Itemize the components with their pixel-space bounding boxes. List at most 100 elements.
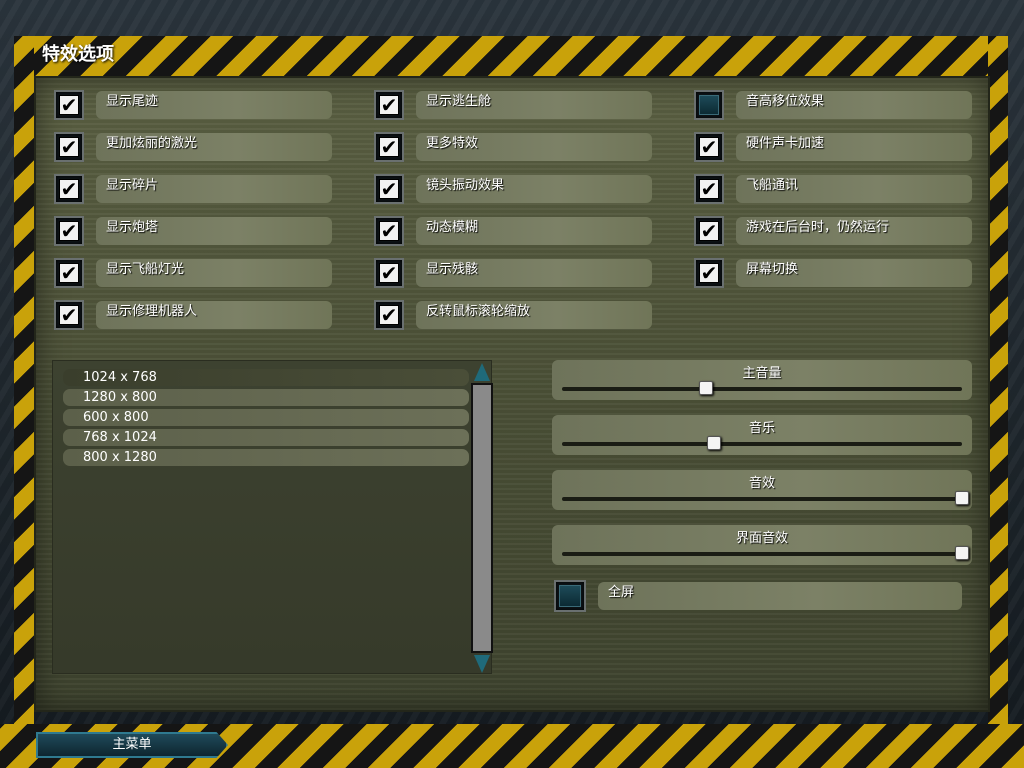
checkbox[interactable]: ✔ bbox=[54, 174, 84, 204]
checkbox[interactable]: ✔ bbox=[694, 258, 724, 288]
check-icon: ✔ bbox=[59, 135, 79, 159]
check-icon: ✔ bbox=[379, 93, 399, 117]
checkbox[interactable]: ✔ bbox=[54, 216, 84, 246]
option-label: 飞船通讯 bbox=[736, 175, 972, 203]
option-show-wrecks[interactable]: ✔ 显示残骸 bbox=[374, 258, 654, 288]
option-camera-shake[interactable]: ✔ 镜头振动效果 bbox=[374, 174, 654, 204]
slider-track[interactable] bbox=[562, 552, 962, 556]
option-label: 动态模糊 bbox=[416, 217, 652, 245]
option-label: 镜头振动效果 bbox=[416, 175, 652, 203]
option-label: 更加炫丽的激光 bbox=[96, 133, 332, 161]
hazard-stripe-left bbox=[14, 36, 34, 726]
slider-ui-sfx[interactable]: 界面音效 bbox=[552, 525, 972, 565]
check-icon: ✔ bbox=[59, 93, 79, 117]
scroll-down-icon[interactable] bbox=[474, 655, 490, 673]
option-label: 反转鼠标滚轮缩放 bbox=[416, 301, 652, 329]
scroll-up-icon[interactable] bbox=[474, 363, 490, 381]
checkbox[interactable]: ✔ bbox=[374, 300, 404, 330]
check-icon: ✔ bbox=[699, 261, 719, 285]
check-icon: ✔ bbox=[59, 219, 79, 243]
option-fullscreen[interactable]: 全屏 bbox=[554, 580, 964, 612]
option-label: 显示修理机器人 bbox=[96, 301, 332, 329]
checkbox[interactable]: ✔ bbox=[54, 300, 84, 330]
option-label: 屏幕切换 bbox=[736, 259, 972, 287]
slider-knob[interactable] bbox=[955, 546, 969, 560]
option-ship-comms[interactable]: ✔ 飞船通讯 bbox=[694, 174, 974, 204]
slider-track[interactable] bbox=[562, 442, 962, 446]
option-label: 显示碎片 bbox=[96, 175, 332, 203]
check-icon: ✔ bbox=[379, 261, 399, 285]
option-repair-bots[interactable]: ✔ 显示修理机器人 bbox=[54, 300, 334, 330]
resolution-list[interactable]: 1024 x 768 1280 x 800 600 x 800 768 x 10… bbox=[52, 360, 493, 675]
check-icon: ✔ bbox=[379, 303, 399, 327]
main-menu-button[interactable]: 主菜单 bbox=[36, 732, 228, 758]
resolution-item[interactable]: 768 x 1024 bbox=[63, 429, 469, 446]
checkbox[interactable] bbox=[694, 90, 724, 120]
option-screen-switch[interactable]: ✔ 屏幕切换 bbox=[694, 258, 974, 288]
slider-sfx[interactable]: 音效 bbox=[552, 470, 972, 510]
check-icon: ✔ bbox=[59, 303, 79, 327]
option-label: 游戏在后台时，仍然运行 bbox=[736, 217, 972, 245]
option-show-turrets[interactable]: ✔ 显示炮塔 bbox=[54, 216, 334, 246]
checkbox[interactable]: ✔ bbox=[54, 90, 84, 120]
slider-label: 主音量 bbox=[742, 366, 782, 381]
option-hw-sound-accel[interactable]: ✔ 硬件声卡加速 bbox=[694, 132, 974, 162]
unchecked-box bbox=[559, 585, 581, 607]
check-icon: ✔ bbox=[699, 135, 719, 159]
option-motion-blur[interactable]: ✔ 动态模糊 bbox=[374, 216, 654, 246]
option-pitch-shift[interactable]: 音高移位效果 bbox=[694, 90, 974, 120]
option-invert-wheel-zoom[interactable]: ✔ 反转鼠标滚轮缩放 bbox=[374, 300, 654, 330]
option-ship-lights[interactable]: ✔ 显示飞船灯光 bbox=[54, 258, 334, 288]
slider-music[interactable]: 音乐 bbox=[552, 415, 972, 455]
option-label: 更多特效 bbox=[416, 133, 652, 161]
checkbox[interactable]: ✔ bbox=[374, 174, 404, 204]
checkbox[interactable]: ✔ bbox=[374, 132, 404, 162]
check-icon: ✔ bbox=[379, 177, 399, 201]
option-label: 音高移位效果 bbox=[736, 91, 972, 119]
checkbox[interactable]: ✔ bbox=[374, 258, 404, 288]
option-label: 全屏 bbox=[598, 582, 962, 610]
slider-master-volume[interactable]: 主音量 bbox=[552, 360, 972, 400]
slider-knob[interactable] bbox=[707, 436, 721, 450]
slider-label: 音效 bbox=[748, 476, 775, 491]
page-title: 特效选项 bbox=[42, 44, 114, 65]
check-icon: ✔ bbox=[59, 261, 79, 285]
check-icon: ✔ bbox=[59, 177, 79, 201]
checkbox[interactable]: ✔ bbox=[54, 258, 84, 288]
option-escape-pods[interactable]: ✔ 显示逃生舱 bbox=[374, 90, 654, 120]
scrollbar[interactable] bbox=[471, 361, 493, 675]
checkbox[interactable]: ✔ bbox=[54, 132, 84, 162]
checkbox[interactable]: ✔ bbox=[374, 90, 404, 120]
scroll-thumb[interactable] bbox=[471, 383, 493, 653]
option-label: 显示逃生舱 bbox=[416, 91, 652, 119]
option-fancy-lasers[interactable]: ✔ 更加炫丽的激光 bbox=[54, 132, 334, 162]
check-icon: ✔ bbox=[379, 135, 399, 159]
option-more-effects[interactable]: ✔ 更多特效 bbox=[374, 132, 654, 162]
option-label: 硬件声卡加速 bbox=[736, 133, 972, 161]
checkbox[interactable]: ✔ bbox=[694, 216, 724, 246]
slider-knob[interactable] bbox=[699, 381, 713, 395]
option-show-trails[interactable]: ✔ 显示尾迹 bbox=[54, 90, 334, 120]
checkbox[interactable]: ✔ bbox=[694, 174, 724, 204]
slider-knob[interactable] bbox=[955, 491, 969, 505]
checkbox[interactable]: ✔ bbox=[374, 216, 404, 246]
checkbox[interactable]: ✔ bbox=[694, 132, 724, 162]
slider-track[interactable] bbox=[562, 497, 962, 501]
resolution-item[interactable]: 1280 x 800 bbox=[63, 389, 469, 406]
option-label: 显示尾迹 bbox=[96, 91, 332, 119]
resolution-item[interactable]: 800 x 1280 bbox=[63, 449, 469, 466]
resolution-item[interactable]: 1024 x 768 bbox=[63, 369, 469, 386]
option-label: 显示炮塔 bbox=[96, 217, 332, 245]
check-icon: ✔ bbox=[699, 177, 719, 201]
resolution-item[interactable]: 600 x 800 bbox=[63, 409, 469, 426]
option-run-in-background[interactable]: ✔ 游戏在后台时，仍然运行 bbox=[694, 216, 974, 246]
slider-track[interactable] bbox=[562, 387, 962, 391]
check-icon: ✔ bbox=[379, 219, 399, 243]
checkbox[interactable] bbox=[554, 580, 586, 612]
check-icon: ✔ bbox=[699, 219, 719, 243]
option-label: 显示残骸 bbox=[416, 259, 652, 287]
hazard-stripe-top bbox=[14, 36, 1008, 76]
unchecked-box bbox=[699, 95, 719, 115]
option-show-debris[interactable]: ✔ 显示碎片 bbox=[54, 174, 334, 204]
slider-label: 界面音效 bbox=[735, 531, 788, 546]
